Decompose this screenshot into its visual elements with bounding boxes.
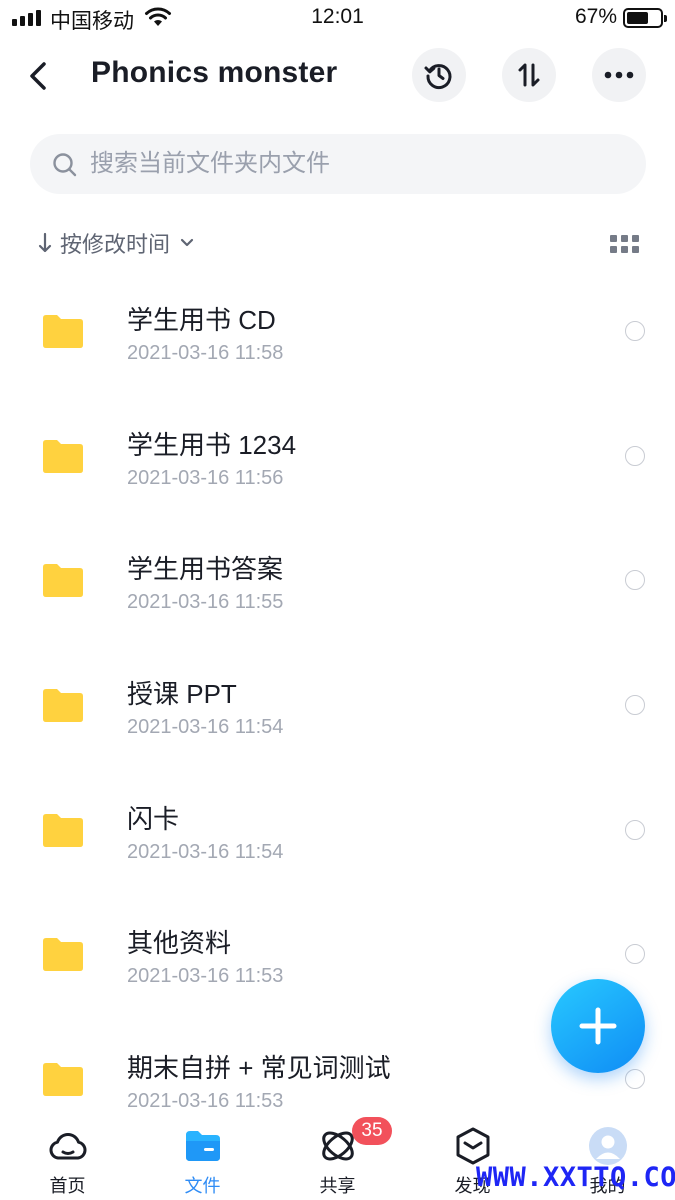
discover-box-icon [456,1127,490,1165]
select-radio[interactable] [625,1069,645,1089]
folder-icon [43,938,83,971]
select-radio[interactable] [625,321,645,341]
sort-button[interactable] [502,48,556,102]
tab-files[interactable]: 文件 [135,1118,270,1200]
file-date: 2021-03-16 11:53 [127,1090,284,1112]
arrow-down-icon [38,232,52,253]
select-radio[interactable] [625,695,645,715]
file-name: 学生用书 1234 [127,430,297,460]
file-date: 2021-03-16 11:54 [127,716,284,738]
folder-icon [43,1063,83,1096]
avatar-icon [589,1127,627,1165]
list-item[interactable]: 闪卡 2021-03-16 11:54 [0,769,675,893]
list-item[interactable]: 学生用书 CD 2021-03-16 11:58 [0,270,675,394]
file-date: 2021-03-16 11:55 [127,591,284,613]
file-name: 闪卡 [127,804,180,834]
folder-tab-icon [186,1131,220,1161]
folder-icon [43,440,83,473]
search-bar[interactable] [30,134,646,194]
folder-icon [43,315,83,348]
tab-label: 文件 [184,1176,221,1196]
sort-selector[interactable]: 按修改时间 [38,227,194,259]
chevron-down-icon [180,238,194,247]
search-input[interactable] [90,134,630,194]
add-button[interactable] [551,979,645,1073]
folder-icon [43,564,83,597]
watermark: WWW.XXTTQ.COM [476,1162,675,1193]
list-item[interactable]: 学生用书 1234 2021-03-16 11:56 [0,395,675,519]
tab-label: 首页 [49,1176,86,1196]
grid-view-button[interactable] [610,235,640,253]
clock: 12:01 [311,5,364,28]
folder-icon [43,689,83,722]
select-radio[interactable] [625,446,645,466]
battery-percentage: 67% [574,5,617,28]
file-date: 2021-03-16 11:53 [127,965,284,987]
file-name: 学生用书答案 [127,554,284,584]
page-title: Phonics monster [91,56,338,89]
cloud-home-icon [49,1133,87,1160]
select-radio[interactable] [625,944,645,964]
select-radio[interactable] [625,570,645,590]
more-button[interactable] [592,48,646,102]
file-name: 学生用书 CD [127,305,276,335]
folder-icon [43,814,83,847]
select-radio[interactable] [625,820,645,840]
list-item[interactable]: 学生用书答案 2021-03-16 11:55 [0,519,675,643]
file-date: 2021-03-16 11:56 [127,467,284,489]
search-icon [53,153,77,177]
back-button[interactable] [22,58,56,94]
tab-label: 共享 [319,1176,356,1196]
status-bar: 中国移动 12:01 67% [0,0,675,36]
file-date: 2021-03-16 11:54 [127,841,284,863]
history-button[interactable] [412,48,466,102]
file-date: 2021-03-16 11:58 [127,342,284,364]
file-name: 期末自拼 + 常见词测试 [127,1053,391,1083]
chevron-left-icon [30,62,46,90]
sort-label: 按修改时间 [60,232,171,257]
more-icon [604,71,634,79]
battery-icon [623,8,667,28]
file-name: 其他资料 [127,928,232,958]
share-count-badge: 35 [352,1117,392,1145]
tab-home[interactable]: 首页 [0,1118,135,1200]
file-name: 授课 PPT [127,679,237,709]
sort-arrows-icon [518,63,540,87]
list-item[interactable]: 授课 PPT 2021-03-16 11:54 [0,644,675,768]
plus-icon [579,1007,617,1045]
history-icon [424,64,452,90]
